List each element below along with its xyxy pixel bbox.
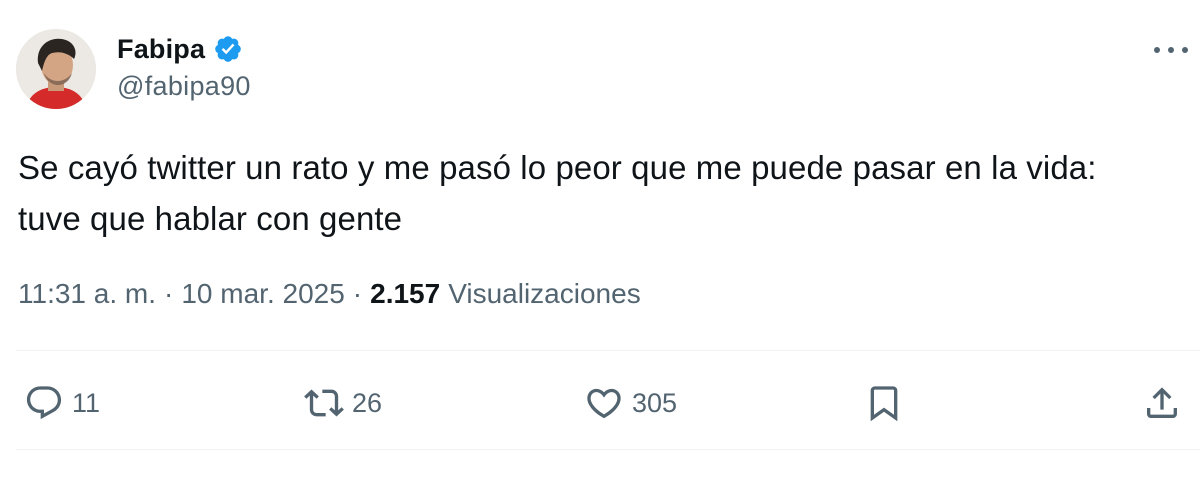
views-label: Visualizaciones [448, 278, 641, 309]
tweet-card: Fabipa @fabipa90 Se cayó twitter un rato… [0, 0, 1200, 482]
author-block: Fabipa @fabipa90 [117, 31, 251, 102]
reply-button[interactable]: 11 [24, 380, 100, 426]
more-options-button[interactable] [1154, 38, 1188, 62]
more-horizontal-icon [1182, 47, 1188, 53]
share-button[interactable] [1142, 380, 1182, 426]
reply-icon [26, 386, 62, 420]
meta-separator: · [352, 278, 363, 309]
views-count: 2.157 [370, 278, 441, 309]
author-display-name[interactable]: Fabipa [117, 34, 205, 65]
more-horizontal-icon [1154, 47, 1160, 53]
avatar[interactable] [16, 29, 96, 109]
tweet-text: Se cayó twitter un rato y me pasó lo peo… [18, 142, 1193, 244]
divider [16, 350, 1200, 351]
meta-separator: · [164, 278, 174, 309]
name-row: Fabipa [117, 31, 251, 67]
divider [16, 449, 1200, 450]
tweet-date[interactable]: 10 mar. 2025 [181, 278, 344, 310]
bookmark-icon [870, 386, 898, 422]
verified-badge-icon[interactable] [213, 34, 243, 64]
reply-count: 11 [72, 387, 101, 418]
repost-count: 26 [352, 387, 383, 418]
more-horizontal-icon [1168, 47, 1174, 53]
bookmark-button[interactable] [864, 380, 904, 426]
repost-button[interactable]: 26 [304, 380, 382, 426]
repost-icon [304, 389, 344, 417]
heart-icon [587, 388, 621, 419]
like-count: 305 [632, 387, 678, 418]
author-handle[interactable]: @fabipa90 [117, 71, 251, 102]
tweet-text-line: tuve que hablar con gente [18, 200, 403, 237]
action-bar: 11 26 305 [0, 380, 1200, 426]
tweet-text-line: Se cayó twitter un rato y me pasó lo peo… [18, 149, 1097, 186]
share-icon [1147, 387, 1177, 418]
like-button[interactable]: 305 [584, 380, 677, 426]
tweet-meta: 11:31 a. m. · 10 mar. 2025 · 2.157 Visua… [18, 278, 641, 310]
tweet-time[interactable]: 11:31 a. m. [18, 278, 156, 310]
